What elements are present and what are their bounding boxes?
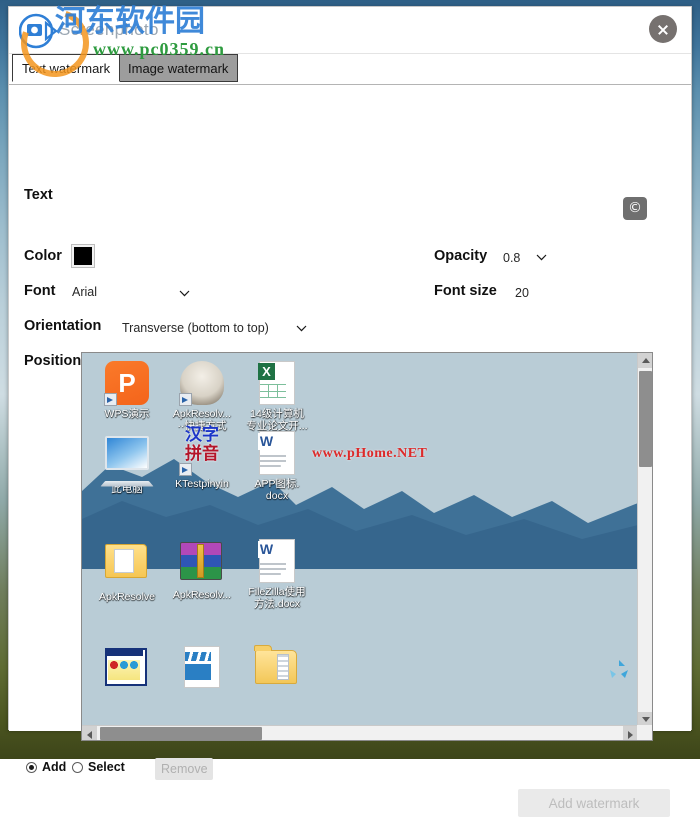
desktop-icon-apkresolve-folder[interactable]: ApkResolve <box>90 539 164 603</box>
radio-select-label: Select <box>88 760 125 774</box>
word-file-icon <box>255 431 299 475</box>
radio-indicator-icon <box>26 761 37 773</box>
orientation-label: Orientation <box>24 318 102 334</box>
computer-icon <box>105 436 149 480</box>
excel-file-icon <box>255 361 299 405</box>
text-label: Text <box>24 187 53 203</box>
paint-program-icon <box>105 648 149 692</box>
form-body: Text © Color Font Arial Orientation Tran… <box>9 85 691 817</box>
vertical-scroll-thumb[interactable] <box>639 371 652 467</box>
desktop-icon-label: KTestpinyin <box>175 478 229 490</box>
radio-indicator-icon <box>72 761 83 773</box>
chevron-down-icon[interactable] <box>536 254 547 261</box>
copyright-button[interactable]: © <box>623 197 647 220</box>
shortcut-arrow-icon <box>179 463 192 476</box>
close-icon[interactable] <box>649 15 677 43</box>
shortcut-arrow-icon <box>104 393 117 406</box>
radio-add-label: Add <box>42 760 67 774</box>
color-swatch[interactable] <box>71 244 95 268</box>
app-logo-icon <box>19 13 58 49</box>
orientation-value[interactable]: Transverse (bottom to top) <box>122 321 269 335</box>
watermark-dialog-window: Screenphoto 河东软件园 www.pc0359.cn Text wat… <box>8 0 692 817</box>
radio-add[interactable]: Add <box>26 760 66 774</box>
copyright-icon: © <box>628 200 642 216</box>
preview-horizontal-scrollbar[interactable] <box>82 725 638 740</box>
recycle-bin-icon[interactable] <box>606 657 632 683</box>
shortcut-arrow-icon <box>179 393 192 406</box>
color-label: Color <box>24 248 62 264</box>
rabbit-icon <box>179 361 224 406</box>
desktop-icon-label: ApkResolv... <box>172 408 232 420</box>
opacity-label: Opacity <box>434 248 488 264</box>
opacity-value[interactable]: 0.8 <box>503 251 520 265</box>
word-file-icon <box>255 539 299 583</box>
desktop-icon-filezilla-docx[interactable]: FileZilla使用 方法.docx <box>240 539 314 610</box>
desktop-icon-app-docx[interactable]: APP图标. docx <box>240 431 314 502</box>
desktop-preview-image[interactable]: WPS演示 ApkResolv... ··快捷方式 14级计算机 专业论文开. <box>82 353 638 727</box>
preview-vertical-scrollbar[interactable] <box>637 353 652 727</box>
remove-button[interactable]: Remove <box>155 758 213 780</box>
desktop-icon-excel-doc[interactable]: 14级计算机 专业论文开... <box>240 361 314 432</box>
video-file-icon <box>180 646 224 690</box>
font-size-value[interactable]: 20 <box>515 286 529 300</box>
desktop-icon-label: APP图标. <box>254 478 300 490</box>
desktop-icon-wps[interactable]: WPS演示 <box>90 361 164 420</box>
scroll-left-arrow-icon[interactable] <box>82 726 97 740</box>
desktop-icon-label: 14级计算机 <box>250 408 304 420</box>
desktop-icon-label: ApkResolv... <box>172 589 232 601</box>
desktop-icon-ktestpinyin[interactable]: KTestpinyin <box>165 431 239 490</box>
wps-icon <box>104 361 149 406</box>
position-label: Position <box>24 353 82 369</box>
scroll-up-arrow-icon[interactable] <box>638 353 652 368</box>
watermark-text-input[interactable] <box>73 185 607 209</box>
tab-image-watermark[interactable]: Image watermark <box>118 54 239 82</box>
desktop-icon-label: WPS演示 <box>104 408 150 420</box>
radio-select[interactable]: Select <box>72 760 125 774</box>
scroll-corner <box>637 725 652 740</box>
desktop-icon-label: ApkResolve <box>98 591 156 603</box>
chevron-down-icon[interactable] <box>179 290 190 297</box>
font-label: Font <box>24 283 56 299</box>
desktop-icon-paint[interactable] <box>90 645 164 695</box>
folder-icon <box>255 650 299 694</box>
chevron-down-icon[interactable] <box>296 325 307 332</box>
tab-strip: Text watermark Image watermark <box>9 54 691 85</box>
horizontal-scroll-thumb[interactable] <box>100 727 262 740</box>
position-preview-pane[interactable]: WPS演示 ApkResolv... ··快捷方式 14级计算机 专业论文开. <box>81 352 653 741</box>
open-folder-icon <box>105 544 149 588</box>
title-bar: Screenphoto 河东软件园 www.pc0359.cn <box>9 0 691 89</box>
desktop-icon-folder[interactable] <box>240 645 314 697</box>
desktop-icon-label: FileZilla使用 <box>248 586 306 598</box>
pinyin-icon <box>179 431 224 476</box>
tab-text-watermark[interactable]: Text watermark <box>12 54 121 82</box>
app-title: Screenphoto <box>59 20 159 39</box>
desktop-icon-apkresolve-shortcut[interactable]: ApkResolv... ··快捷方式 <box>165 361 239 432</box>
font-value[interactable]: Arial <box>72 285 97 299</box>
desktop-icon-label-line2: 方法.docx <box>253 598 301 610</box>
desktop-icon-video-file[interactable] <box>165 645 239 693</box>
desktop-icon-apkresolve-rar[interactable]: ApkResolv... <box>165 539 239 601</box>
winrar-archive-icon <box>180 542 224 586</box>
desktop-icon-label-line2: docx <box>265 490 289 502</box>
add-watermark-button[interactable]: Add watermark <box>518 789 670 817</box>
font-size-label: Font size <box>434 283 497 299</box>
scroll-right-arrow-icon[interactable] <box>623 726 638 740</box>
desktop-icon-this-pc[interactable]: 此电脑 <box>90 431 164 495</box>
